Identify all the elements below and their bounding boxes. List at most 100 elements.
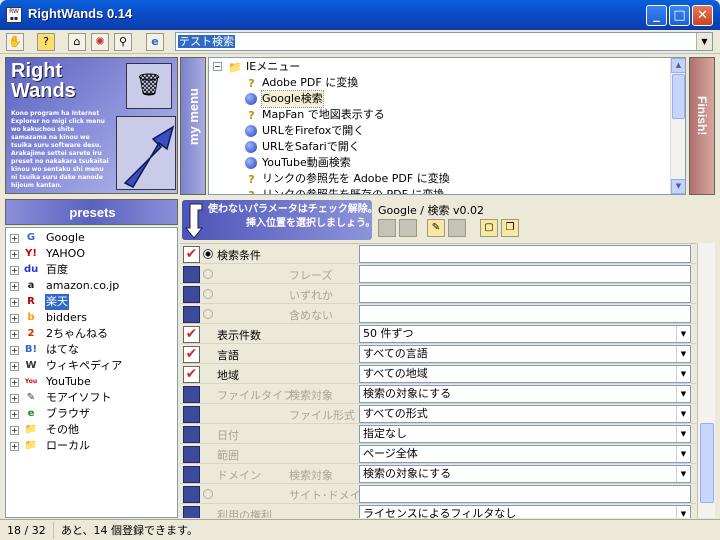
expand-icon[interactable]: + — [10, 234, 19, 243]
menu-item-label: Google検索 — [261, 90, 324, 108]
param-row: ファイル形式 すべての形式 ▼ — [180, 404, 696, 424]
expand-icon[interactable]: + — [10, 362, 19, 371]
zoom-icon[interactable]: ⚲ — [114, 33, 132, 51]
param-checkbox[interactable] — [183, 286, 200, 303]
param-scrollbar[interactable] — [697, 243, 715, 518]
insert-position-radio[interactable] — [203, 489, 213, 499]
param-checkbox[interactable]: ✔ — [183, 346, 200, 363]
chevron-down-icon[interactable]: ▼ — [676, 466, 690, 482]
chevron-down-icon[interactable]: ▼ — [676, 506, 690, 518]
menu-item-label: リンクの参照先を既存の PDF に変換 — [262, 188, 445, 195]
minimize-button[interactable]: _ — [646, 5, 667, 26]
param-checkbox[interactable]: ✔ — [183, 326, 200, 343]
param-select[interactable]: 検索の対象にする ▼ — [359, 465, 691, 483]
param-input[interactable] — [359, 305, 691, 323]
maximize-button[interactable]: □ — [669, 5, 690, 26]
param-select[interactable]: 指定なし ▼ — [359, 425, 691, 443]
preset-icon: 📁 — [24, 424, 38, 435]
param-sublabel: 検索対象 — [289, 469, 333, 482]
app-icon: RW ▪▪ — [6, 7, 22, 23]
status-count: 18 / 32 — [2, 522, 54, 539]
copy-icon[interactable]: ❐ — [501, 219, 519, 237]
finish-tab[interactable]: Finish! — [689, 57, 715, 195]
menu-scrollbar[interactable]: ▲ ▼ — [670, 58, 685, 194]
chevron-down-icon[interactable]: ▼ — [676, 406, 690, 422]
param-select-value: すべての言語 — [363, 347, 428, 360]
chevron-down-icon[interactable]: ▼ — [676, 326, 690, 342]
bell-icon[interactable]: ⌂ — [68, 33, 86, 51]
trash-icon[interactable]: 🗑 — [126, 63, 172, 109]
expand-icon[interactable]: + — [10, 250, 19, 259]
expand-icon[interactable]: + — [10, 410, 19, 419]
param-checkbox[interactable]: ✔ — [183, 246, 200, 263]
insert-position-radio[interactable] — [203, 249, 213, 259]
param-checkbox[interactable]: ✔ — [183, 366, 200, 383]
ie-icon[interactable]: e — [146, 33, 164, 51]
chevron-down-icon[interactable]: ▼ — [676, 426, 690, 442]
param-sublabel: 検索対象 — [289, 389, 333, 402]
param-select[interactable]: ページ全体 ▼ — [359, 445, 691, 463]
chevron-down-icon[interactable]: ▼ — [676, 346, 690, 362]
param-row: 含めない — [180, 304, 696, 324]
expand-icon[interactable]: + — [10, 378, 19, 387]
param-tool-1[interactable] — [378, 219, 396, 237]
search-dropdown[interactable]: テスト検索 ▼ — [175, 32, 713, 51]
expand-icon[interactable]: + — [10, 394, 19, 403]
expand-icon[interactable]: + — [10, 442, 19, 451]
insert-position-radio[interactable] — [203, 309, 213, 319]
title-bar[interactable]: RW ▪▪ RightWands 0.14 _ □ ✕ — [0, 0, 720, 30]
insert-position-radio[interactable] — [203, 269, 213, 279]
expand-icon[interactable]: + — [10, 426, 19, 435]
expand-icon[interactable]: + — [10, 330, 19, 339]
param-sublabel: いずれか — [289, 289, 333, 302]
burst-icon[interactable]: ✺ — [91, 33, 109, 51]
help-icon[interactable]: ? — [37, 33, 55, 51]
param-checkbox[interactable] — [183, 306, 200, 323]
param-checkbox[interactable] — [183, 266, 200, 283]
my-menu-tab[interactable]: my menu — [180, 57, 206, 195]
expand-icon[interactable]: + — [10, 266, 19, 275]
scroll-thumb — [672, 74, 685, 119]
preset-icon: du — [24, 264, 39, 275]
ball-icon — [245, 141, 257, 153]
param-select[interactable]: すべての言語 ▼ — [359, 345, 691, 363]
close-button[interactable]: ✕ — [692, 5, 713, 26]
param-select-value: 50 件ずつ — [363, 327, 414, 340]
chevron-down-icon[interactable]: ▼ — [676, 446, 690, 462]
param-tool-4[interactable] — [448, 219, 466, 237]
param-input[interactable] — [359, 485, 691, 503]
edit-icon[interactable]: ✎ — [427, 219, 445, 237]
param-checkbox[interactable] — [183, 466, 200, 483]
param-select[interactable]: すべての形式 ▼ — [359, 405, 691, 423]
preset-icon: b — [27, 312, 35, 323]
param-select[interactable]: 検索の対象にする ▼ — [359, 385, 691, 403]
param-checkbox[interactable] — [183, 446, 200, 463]
expand-icon[interactable]: + — [10, 346, 19, 355]
param-checkbox[interactable] — [183, 406, 200, 423]
chevron-down-icon[interactable]: ▼ — [676, 366, 690, 382]
hand-icon[interactable]: ✋ — [6, 33, 24, 51]
param-checkbox[interactable] — [183, 506, 200, 518]
param-checkbox[interactable] — [183, 426, 200, 443]
param-checkbox[interactable] — [183, 386, 200, 403]
chevron-down-icon[interactable]: ▼ — [676, 386, 690, 402]
param-tool-2[interactable] — [399, 219, 417, 237]
presets-tree[interactable]: + G Google + Y! YAHOO + du 百度 + a amazon.co.jp + R 楽天 +… — [5, 227, 178, 518]
parameter-grid[interactable]: ✔ 検索条件 フレーズ いずれか 含めない ✔ 表示件数 50 件ずつ ▼ ✔ 言語 すべての言語 ▼ ✔… — [180, 243, 696, 518]
window-icon[interactable]: ▢ — [480, 219, 498, 237]
param-input[interactable] — [359, 285, 691, 303]
chevron-down-icon[interactable]: ▼ — [696, 33, 712, 50]
expand-icon[interactable]: + — [10, 314, 19, 323]
param-select[interactable]: すべての地域 ▼ — [359, 365, 691, 383]
add-arrow-icon[interactable] — [116, 116, 176, 190]
param-select[interactable]: ライセンスによるフィルタなし ▼ — [359, 505, 691, 518]
param-checkbox[interactable] — [183, 486, 200, 503]
my-menu-tree[interactable]: − 📁 IEメニュー ? Adobe PDF に変換 Google検索? MapFan… — [208, 57, 686, 195]
insert-position-radio[interactable] — [203, 289, 213, 299]
param-input[interactable] — [359, 265, 691, 283]
status-bar: 18 / 32 あと、14 個登録できます。 — [0, 519, 720, 540]
expand-icon[interactable]: + — [10, 298, 19, 307]
expand-icon[interactable]: + — [10, 282, 19, 291]
param-input[interactable] — [359, 245, 691, 263]
param-select[interactable]: 50 件ずつ ▼ — [359, 325, 691, 343]
